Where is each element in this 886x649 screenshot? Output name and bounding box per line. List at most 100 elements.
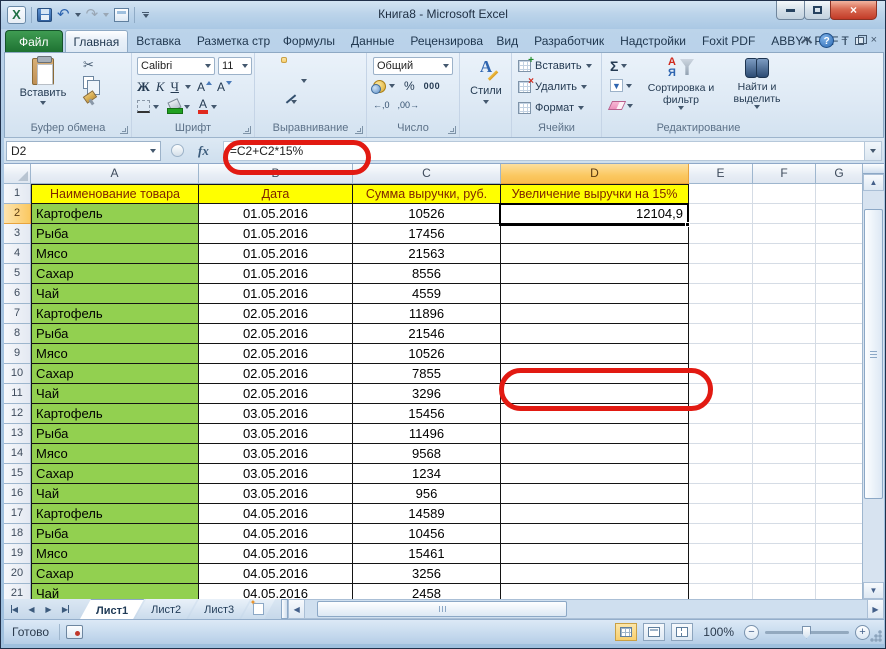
cell-F[interactable] xyxy=(753,384,816,404)
cell-F[interactable] xyxy=(753,264,816,284)
cell-C[interactable]: 21546 xyxy=(353,324,501,344)
tab-split-handle[interactable] xyxy=(281,599,288,619)
cell-A[interactable]: Мясо xyxy=(31,444,199,464)
cell-D[interactable] xyxy=(501,264,689,284)
cell-C[interactable]: 15461 xyxy=(353,544,501,564)
bold-button[interactable]: Ж xyxy=(137,79,150,95)
cell-G[interactable] xyxy=(816,484,862,504)
cell-D[interactable] xyxy=(501,444,689,464)
cell-B[interactable]: 04.05.2016 xyxy=(199,504,353,524)
cell-A[interactable]: Сахар xyxy=(31,364,199,384)
cell-B[interactable]: 04.05.2016 xyxy=(199,564,353,584)
cell-C[interactable]: 2458 xyxy=(353,584,501,599)
cell-D[interactable] xyxy=(501,244,689,264)
sheet-tab-Лист3[interactable]: Лист3 xyxy=(188,599,250,619)
cell-E[interactable] xyxy=(689,424,753,444)
copy-icon[interactable] xyxy=(83,76,94,89)
align-middle-button[interactable] xyxy=(271,57,277,63)
first-sheet-button[interactable]: ◀ xyxy=(7,602,22,617)
cell-G[interactable] xyxy=(816,364,862,384)
cell-D[interactable] xyxy=(501,504,689,524)
column-header-A[interactable]: A xyxy=(31,164,199,184)
cell-D[interactable] xyxy=(501,304,689,324)
cell-C[interactable]: 4559 xyxy=(353,284,501,304)
cell-B[interactable]: 02.05.2016 xyxy=(199,324,353,344)
cell-B[interactable]: Дата xyxy=(199,184,353,204)
cell-G[interactable] xyxy=(816,444,862,464)
cell-B[interactable]: 01.05.2016 xyxy=(199,224,353,244)
cell-A[interactable]: Сахар xyxy=(31,564,199,584)
cell-E[interactable] xyxy=(689,584,753,599)
clipboard-dialog-launcher-icon[interactable] xyxy=(120,126,128,134)
minimize-button[interactable] xyxy=(776,1,805,20)
cell-F[interactable] xyxy=(753,304,816,324)
ribbon-tab-9[interactable]: Foxit PDF xyxy=(694,30,763,52)
grow-font-button[interactable]: А xyxy=(197,80,211,94)
zoom-level[interactable]: 100% xyxy=(703,625,734,639)
cell-E[interactable] xyxy=(689,464,753,484)
cell-F[interactable] xyxy=(753,424,816,444)
cell-A[interactable]: Рыба xyxy=(31,524,199,544)
underline-dropdown-icon[interactable] xyxy=(185,85,191,89)
sheet-tab-Лист1[interactable]: Лист1 xyxy=(80,599,144,619)
cut-icon[interactable]: ✂ xyxy=(83,57,96,73)
merge-center-button[interactable] xyxy=(291,78,297,84)
cell-G[interactable] xyxy=(816,424,862,444)
autosum-button[interactable]: Σ xyxy=(610,57,633,74)
cell-C[interactable]: 1234 xyxy=(353,464,501,484)
cell-E[interactable] xyxy=(689,364,753,384)
cell-B[interactable]: 03.05.2016 xyxy=(199,464,353,484)
delete-cells-button[interactable]: Удалить xyxy=(518,78,587,96)
percent-format-button[interactable]: % xyxy=(404,79,415,93)
help-icon[interactable]: ? xyxy=(819,33,834,48)
insert-cells-button[interactable]: Вставить xyxy=(518,57,592,75)
cell-D[interactable] xyxy=(501,544,689,564)
cell-G[interactable] xyxy=(816,284,862,304)
cell-G[interactable] xyxy=(816,204,862,224)
increase-decimal-button[interactable]: ←,0 xyxy=(373,100,390,110)
row-header-5[interactable]: 5 xyxy=(4,264,31,284)
ribbon-tab-6[interactable]: Вид xyxy=(488,30,526,52)
cell-B[interactable]: 01.05.2016 xyxy=(199,284,353,304)
align-bottom-button[interactable] xyxy=(281,57,287,63)
cell-F[interactable] xyxy=(753,184,816,204)
cell-E[interactable] xyxy=(689,284,753,304)
ribbon-tab-3[interactable]: Формулы xyxy=(275,30,343,52)
cell-E[interactable] xyxy=(689,344,753,364)
find-select-button[interactable]: Найти и выделить xyxy=(720,56,794,122)
format-painter-icon[interactable] xyxy=(83,92,96,105)
row-header-9[interactable]: 9 xyxy=(4,344,31,364)
zoom-slider-thumb[interactable] xyxy=(802,626,811,639)
workbook-close-icon[interactable]: × xyxy=(871,35,877,46)
scroll-left-button[interactable]: ◀ xyxy=(288,599,305,619)
styles-button[interactable]: А Стили xyxy=(465,57,507,119)
row-header-8[interactable]: 8 xyxy=(4,324,31,344)
row-header-10[interactable]: 10 xyxy=(4,364,31,384)
cell-A[interactable]: Наименование товара xyxy=(31,184,199,204)
cell-A[interactable]: Чай xyxy=(31,584,199,599)
cell-F[interactable] xyxy=(753,464,816,484)
align-left-button[interactable] xyxy=(261,78,267,84)
sort-filter-button[interactable]: АЯ Сортировка и фильтр xyxy=(644,56,718,122)
row-header-11[interactable]: 11 xyxy=(4,384,31,404)
cell-B[interactable]: 02.05.2016 xyxy=(199,384,353,404)
cell-B[interactable]: 02.05.2016 xyxy=(199,304,353,324)
ribbon-tab-5[interactable]: Рецензирова xyxy=(402,30,488,52)
fill-color-icon[interactable] xyxy=(167,100,181,114)
alignment-dialog-launcher-icon[interactable] xyxy=(355,126,363,134)
zoom-slider-track[interactable] xyxy=(765,631,849,634)
cell-D[interactable] xyxy=(501,424,689,444)
cell-C[interactable]: 17456 xyxy=(353,224,501,244)
cell-G[interactable] xyxy=(816,184,862,204)
cell-B[interactable]: 04.05.2016 xyxy=(199,584,353,599)
cell-B[interactable]: 04.05.2016 xyxy=(199,524,353,544)
column-header-F[interactable]: F xyxy=(753,164,816,184)
row-header-1[interactable]: 1 xyxy=(4,184,31,204)
cell-C[interactable]: 3296 xyxy=(353,384,501,404)
cell-A[interactable]: Картофель xyxy=(31,204,199,224)
align-right-button[interactable] xyxy=(281,78,287,84)
cell-A[interactable]: Чай xyxy=(31,484,199,504)
cell-E[interactable] xyxy=(689,524,753,544)
column-header-E[interactable]: E xyxy=(689,164,753,184)
cell-C[interactable]: 11496 xyxy=(353,424,501,444)
